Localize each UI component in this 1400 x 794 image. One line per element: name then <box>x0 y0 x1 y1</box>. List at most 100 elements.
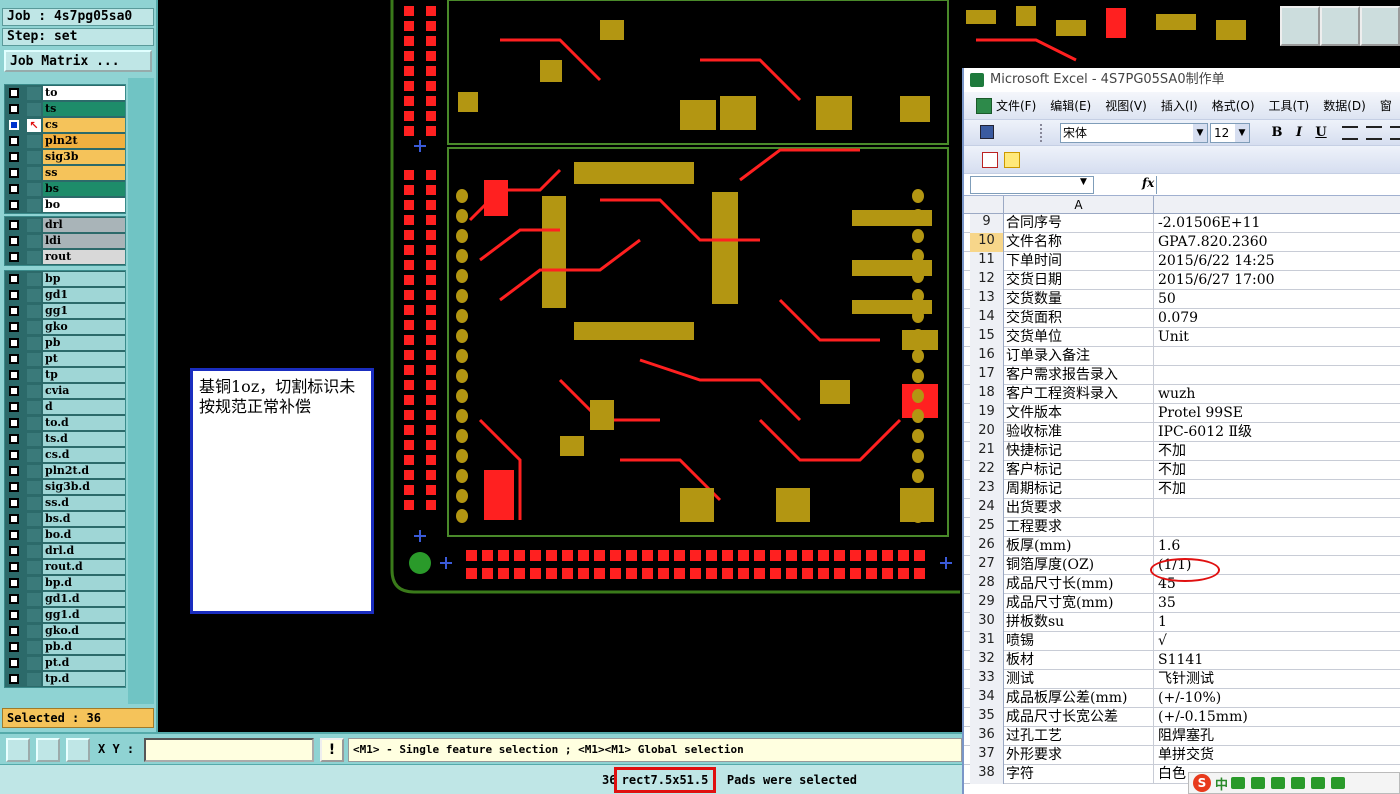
underline-button[interactable]: U <box>1312 124 1330 142</box>
cell-b[interactable]: 不加 <box>1155 480 1400 499</box>
layer-checkbox[interactable] <box>9 168 19 178</box>
row-number[interactable]: 30 <box>970 613 1004 632</box>
cell-a[interactable]: 交货单位 <box>1004 328 1154 347</box>
align-right-icon[interactable] <box>1390 126 1400 140</box>
layer-checkbox[interactable] <box>9 252 19 262</box>
ime-mode-label[interactable]: 中 <box>1215 774 1228 793</box>
xy-coordinate-input[interactable] <box>144 738 314 762</box>
layer-checkbox[interactable] <box>9 674 19 684</box>
layer-row-ss-d[interactable]: ss.d <box>5 495 125 511</box>
layer-row-cs-d[interactable]: cs.d <box>5 447 125 463</box>
cell-a[interactable]: 成品尺寸宽(mm) <box>1004 594 1154 613</box>
layer-checkbox[interactable] <box>9 610 19 620</box>
layer-row-ts[interactable]: ts <box>5 101 125 117</box>
layer-row-ldi[interactable]: ldi <box>5 233 125 249</box>
cell-a[interactable]: 快捷标记 <box>1004 442 1154 461</box>
font-size-select[interactable]: 12 ▼ <box>1210 123 1250 143</box>
pcb-canvas[interactable] <box>158 0 960 732</box>
cell-a[interactable]: 交货面积 <box>1004 309 1154 328</box>
layer-row-cs[interactable]: ↖ cs <box>5 117 125 133</box>
layer-row-ts-d[interactable]: ts.d <box>5 431 125 447</box>
layer-row-bs-d[interactable]: bs.d <box>5 511 125 527</box>
layer-row-gko[interactable]: gko <box>5 319 125 335</box>
layer-checkbox[interactable] <box>9 236 19 246</box>
layer-row-gg1[interactable]: gg1 <box>5 303 125 319</box>
cell-a[interactable]: 板材 <box>1004 651 1154 670</box>
layer-row-bp[interactable]: bp <box>5 271 125 287</box>
cell-a[interactable]: 过孔工艺 <box>1004 727 1154 746</box>
cell-b[interactable]: Unit <box>1155 328 1400 347</box>
cell-a[interactable]: 铜箔厚度(OZ) <box>1004 556 1154 575</box>
layer-checkbox[interactable] <box>9 658 19 668</box>
layer-row-bs[interactable]: bs <box>5 181 125 197</box>
chevron-down-icon[interactable]: ▼ <box>1080 177 1087 187</box>
punctuation-icon[interactable] <box>1231 777 1246 789</box>
layer-row-gd1[interactable]: gd1 <box>5 287 125 303</box>
cell-b[interactable]: 飞针测试 <box>1155 670 1400 689</box>
cell-a[interactable]: 喷锡 <box>1004 632 1154 651</box>
alert-button[interactable]: ! <box>320 738 344 762</box>
align-left-icon[interactable] <box>1342 126 1358 140</box>
home-icon[interactable] <box>1360 6 1400 46</box>
row-number[interactable]: 34 <box>970 689 1004 708</box>
cell-b[interactable]: 2015/6/27 17:00 <box>1155 271 1400 290</box>
cell-a[interactable]: 文件名称 <box>1004 233 1154 252</box>
row-number[interactable]: 18 <box>970 385 1004 404</box>
layer-row-drl-d[interactable]: drl.d <box>5 543 125 559</box>
layer-row-ss[interactable]: ss <box>5 165 125 181</box>
excel-menu-item[interactable]: 插入(I) <box>1161 97 1198 114</box>
row-number[interactable]: 31 <box>970 632 1004 651</box>
cell-b[interactable]: 50 <box>1155 290 1400 309</box>
workbook-icon[interactable] <box>976 98 992 114</box>
skin-icon[interactable] <box>1311 777 1326 789</box>
cell-b[interactable] <box>1155 499 1400 518</box>
row-number[interactable]: 15 <box>970 328 1004 347</box>
layer-checkbox[interactable] <box>9 220 19 230</box>
layer-checkbox[interactable] <box>9 152 19 162</box>
cell-b[interactable]: -2.01506E+11 <box>1155 214 1400 233</box>
row-number[interactable]: 13 <box>970 290 1004 309</box>
layer-checkbox[interactable] <box>9 594 19 604</box>
excel-menu-item[interactable]: 工具(T) <box>1269 97 1310 114</box>
row-number[interactable]: 35 <box>970 708 1004 727</box>
layer-row-pt-d[interactable]: pt.d <box>5 655 125 671</box>
layer-checkbox[interactable] <box>9 370 19 380</box>
cell-a[interactable]: 成品尺寸长宽公差 <box>1004 708 1154 727</box>
layer-row-to-d[interactable]: to.d <box>5 415 125 431</box>
cell-b[interactable]: (+/-10%) <box>1155 689 1400 708</box>
row-number[interactable]: 12 <box>970 271 1004 290</box>
row-number[interactable]: 19 <box>970 404 1004 423</box>
layer-checkbox[interactable] <box>9 434 19 444</box>
cell-a[interactable]: 文件版本 <box>1004 404 1154 423</box>
excel-menu-item[interactable]: 文件(F) <box>996 97 1036 114</box>
layer-checkbox[interactable] <box>9 498 19 508</box>
cell-b[interactable]: wuzh <box>1155 385 1400 404</box>
cell-a[interactable]: 客户标记 <box>1004 461 1154 480</box>
align-center-icon[interactable] <box>1366 126 1382 140</box>
layer-row-rout[interactable]: rout <box>5 249 125 265</box>
cell-a[interactable]: 合同序号 <box>1004 214 1154 233</box>
cell-a[interactable]: 出货要求 <box>1004 499 1154 518</box>
layer-row-gg1-d[interactable]: gg1.d <box>5 607 125 623</box>
cell-a[interactable]: 周期标记 <box>1004 480 1154 499</box>
layer-checkbox[interactable] <box>9 514 19 524</box>
cell-b[interactable]: √ <box>1155 632 1400 651</box>
layer-checkbox[interactable] <box>9 578 19 588</box>
row-number[interactable]: 24 <box>970 499 1004 518</box>
layer-checkbox[interactable] <box>9 338 19 348</box>
layer-checkbox[interactable] <box>9 450 19 460</box>
row-number[interactable]: 20 <box>970 423 1004 442</box>
cell-b[interactable]: 不加 <box>1155 461 1400 480</box>
row-number[interactable]: 36 <box>970 727 1004 746</box>
row-number[interactable]: 14 <box>970 309 1004 328</box>
fx-icon[interactable]: fx <box>1142 176 1154 190</box>
row-number[interactable]: 29 <box>970 594 1004 613</box>
cell-b[interactable] <box>1155 518 1400 537</box>
cell-a[interactable]: 订单录入备注 <box>1004 347 1154 366</box>
cell-b[interactable]: 1 <box>1155 613 1400 632</box>
cell-a[interactable]: 下单时间 <box>1004 252 1154 271</box>
row-number[interactable]: 11 <box>970 252 1004 271</box>
cell-a[interactable]: 交货数量 <box>1004 290 1154 309</box>
layer-checkbox[interactable] <box>9 88 19 98</box>
pdf-settings-icon[interactable] <box>1004 152 1020 168</box>
